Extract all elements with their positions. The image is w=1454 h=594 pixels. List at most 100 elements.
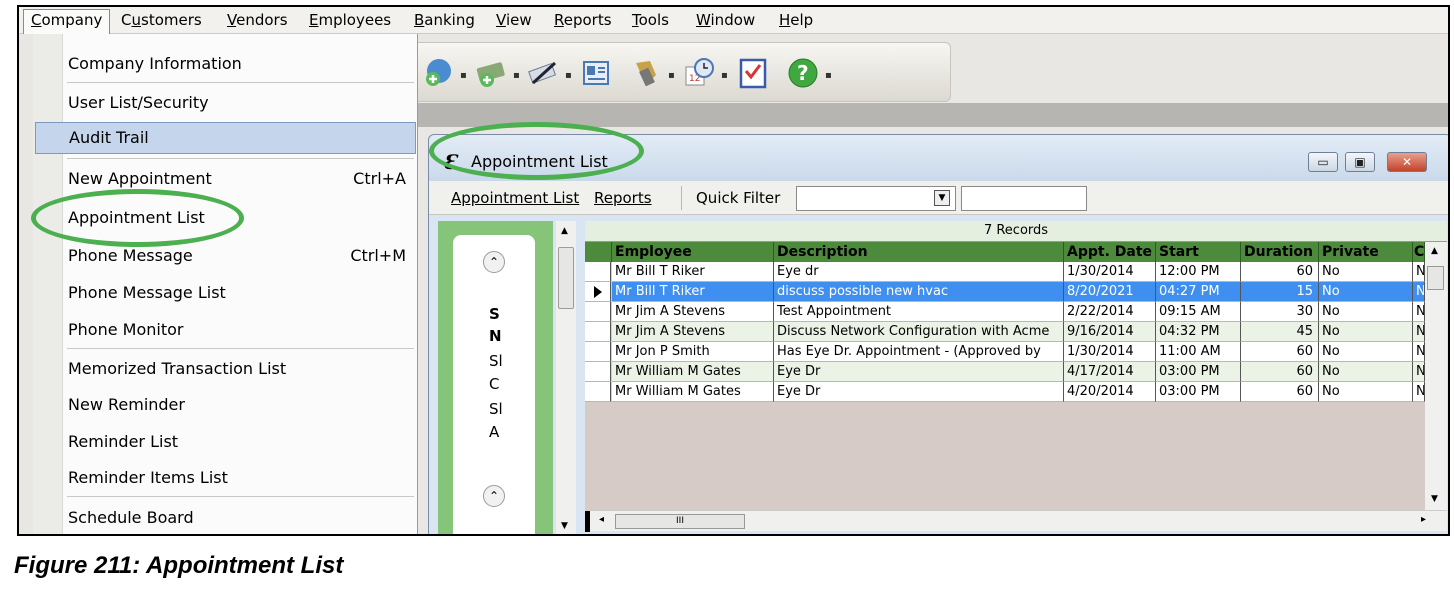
menu-item-new-reminder[interactable]: New Reminder (33, 390, 418, 420)
table-row[interactable]: Mr William M Gates Eye Dr 4/17/2014 03:00 P… (585, 362, 1425, 382)
column-header-description[interactable]: Description (774, 242, 1064, 262)
row-selector[interactable] (585, 382, 611, 402)
scroll-up-icon[interactable]: ▲ (1431, 246, 1438, 256)
menu-item-reminder-list[interactable]: Reminder List (33, 427, 418, 457)
dropdown-arrow-icon[interactable]: ▪ (513, 70, 520, 81)
menu-item-reminder-items-list[interactable]: Reminder Items List (33, 463, 418, 493)
cell-duration[interactable]: 15 (1241, 282, 1319, 302)
cell-start[interactable]: 11:00 AM (1156, 342, 1241, 362)
table-row[interactable]: Mr Jim A Stevens Discuss Network Configur… (585, 322, 1425, 342)
menu-item-company-information[interactable]: Company Information (33, 49, 418, 79)
menu-appointment-list[interactable]: Appointment List (451, 189, 579, 207)
column-header-c[interactable]: C (1413, 242, 1425, 262)
menu-employees[interactable]: Employees (302, 10, 398, 32)
cell-private[interactable]: No (1319, 322, 1413, 342)
menu-view[interactable]: View (489, 10, 539, 32)
menu-banking[interactable]: Banking (407, 10, 482, 32)
cell-description[interactable]: discuss possible new hvac (774, 282, 1064, 302)
scroll-left-icon[interactable]: ◂ (599, 514, 604, 525)
scroll-thumb[interactable] (1427, 266, 1444, 290)
table-row[interactable]: Mr Jim A Stevens Test Appointment 2/22/201… (585, 302, 1425, 322)
cell-date[interactable]: 8/20/2021 (1064, 282, 1156, 302)
chevron-down-icon[interactable]: ▼ (934, 190, 950, 206)
restore-button[interactable]: ▣ (1345, 152, 1375, 172)
cell-description[interactable]: Test Appointment (774, 302, 1064, 322)
cell-private[interactable]: No (1319, 282, 1413, 302)
table-row[interactable]: Mr Bill T Riker discuss possible new hvac… (585, 282, 1425, 302)
dropdown-arrow-icon[interactable]: ▪ (825, 70, 832, 81)
menu-item-phone-message[interactable]: Phone Message Ctrl+M (33, 241, 418, 271)
scroll-right-icon[interactable]: ▸ (1421, 514, 1426, 525)
help-icon[interactable]: ? (787, 57, 819, 89)
collapse-up-icon[interactable]: ⌃ (483, 251, 505, 273)
cell-start[interactable]: 09:15 AM (1156, 302, 1241, 322)
cell-duration[interactable]: 45 (1241, 322, 1319, 342)
collapse-up-icon[interactable]: ⌃ (483, 485, 505, 507)
cell-date[interactable]: 9/16/2014 (1064, 322, 1156, 342)
row-selector[interactable] (585, 322, 611, 342)
cell-private[interactable]: No (1319, 382, 1413, 402)
dropdown-arrow-icon[interactable]: ▪ (721, 70, 728, 81)
menu-item-schedule-board[interactable]: Schedule Board (33, 503, 418, 533)
cell-c[interactable]: N (1413, 322, 1425, 342)
cell-description[interactable]: Eye dr (774, 262, 1064, 282)
cell-duration[interactable]: 60 (1241, 342, 1319, 362)
cell-private[interactable]: No (1319, 302, 1413, 322)
cell-date[interactable]: 2/22/2014 (1064, 302, 1156, 322)
menu-vendors[interactable]: Vendors (220, 10, 295, 32)
menu-reports[interactable]: Reports (547, 10, 619, 32)
menu-help[interactable]: Help (772, 10, 820, 32)
calendar-clock-icon[interactable]: 12 (683, 57, 715, 89)
quick-filter-input[interactable] (961, 186, 1087, 211)
scroll-up-icon[interactable]: ▲ (561, 226, 568, 236)
cell-private[interactable]: No (1319, 262, 1413, 282)
cell-private[interactable]: No (1319, 362, 1413, 382)
checklist-icon[interactable] (737, 57, 769, 89)
cell-c[interactable]: N (1413, 282, 1425, 302)
column-header-appt-date[interactable]: Appt. Date (1064, 242, 1156, 262)
cell-employee[interactable]: Mr Jim A Stevens (612, 302, 774, 322)
cell-date[interactable]: 4/20/2014 (1064, 382, 1156, 402)
cell-start[interactable]: 03:00 PM (1156, 382, 1241, 402)
cell-start[interactable]: 12:00 PM (1156, 262, 1241, 282)
table-row[interactable]: Mr William M Gates Eye Dr 4/20/2014 03:00 P… (585, 382, 1425, 402)
scroll-thumb[interactable] (558, 247, 574, 309)
cell-description[interactable]: Discuss Network Configuration with Acme (774, 322, 1064, 342)
cell-description[interactable]: Has Eye Dr. Appointment - (Approved by (774, 342, 1064, 362)
dropdown-arrow-icon[interactable]: ▪ (460, 70, 467, 81)
cell-employee[interactable]: Mr Jim A Stevens (612, 322, 774, 342)
scroll-down-icon[interactable]: ▼ (561, 521, 568, 531)
row-selector[interactable] (585, 342, 611, 362)
cell-description[interactable]: Eye Dr (774, 362, 1064, 382)
cell-c[interactable]: N (1413, 362, 1425, 382)
cell-duration[interactable]: 30 (1241, 302, 1319, 322)
menu-item-appointment-list[interactable]: Appointment List (33, 203, 418, 233)
window-titlebar[interactable]: Ɛ Appointment List ▭ ▣ ✕ (429, 135, 1448, 181)
scroll-down-icon[interactable]: ▼ (1431, 494, 1438, 504)
cell-employee[interactable]: Mr William M Gates (612, 362, 774, 382)
column-header-duration[interactable]: Duration (1241, 242, 1319, 262)
cell-date[interactable]: 4/17/2014 (1064, 362, 1156, 382)
cell-duration[interactable]: 60 (1241, 262, 1319, 282)
column-header-private[interactable]: Private (1319, 242, 1413, 262)
grid-vertical-scrollbar[interactable]: ▲ ▼ (1425, 242, 1447, 510)
cell-duration[interactable]: 60 (1241, 362, 1319, 382)
menu-reports[interactable]: Reports (594, 189, 652, 207)
table-row[interactable]: Mr Bill T Riker Eye dr 1/30/2014 12:00 PM 60… (585, 262, 1425, 282)
cell-private[interactable]: No (1319, 342, 1413, 362)
cell-employee[interactable]: Mr Bill T Riker (612, 282, 774, 302)
cell-employee[interactable]: Mr Bill T Riker (612, 262, 774, 282)
menu-company[interactable]: Company (23, 9, 111, 34)
cell-c[interactable]: N (1413, 302, 1425, 322)
cell-employee[interactable]: Mr Jon P Smith (612, 342, 774, 362)
address-card-icon[interactable] (580, 57, 612, 89)
column-header-start[interactable]: Start (1156, 242, 1241, 262)
menu-tools[interactable]: Tools (625, 10, 676, 32)
scroll-thumb[interactable]: III (615, 514, 745, 529)
menu-item-phone-message-list[interactable]: Phone Message List (33, 278, 418, 308)
cell-c[interactable]: N (1413, 262, 1425, 282)
row-selector[interactable] (585, 282, 611, 302)
row-selector[interactable] (585, 262, 611, 282)
row-selector[interactable] (585, 362, 611, 382)
table-row[interactable]: Mr Jon P Smith Has Eye Dr. Appointment - … (585, 342, 1425, 362)
